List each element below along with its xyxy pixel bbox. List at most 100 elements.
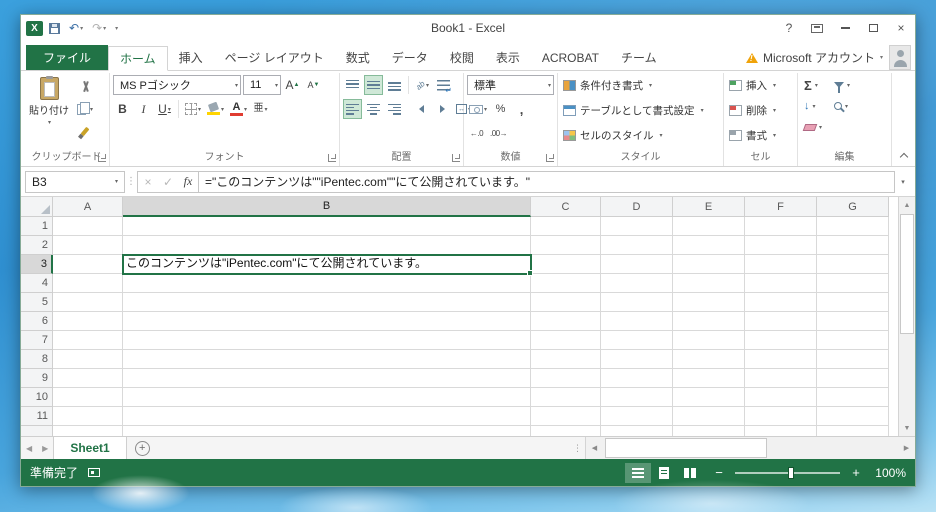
row-header-9[interactable]: 9 xyxy=(21,369,53,388)
vertical-scroll-thumb[interactable] xyxy=(900,214,914,335)
format-painter-button[interactable] xyxy=(75,121,95,141)
cell-D3[interactable] xyxy=(601,255,673,274)
ribbon-tab-校閲[interactable]: 校閲 xyxy=(439,45,485,70)
sheet-nav-next-button[interactable]: ▶ xyxy=(37,437,53,459)
ribbon-tab-表示[interactable]: 表示 xyxy=(485,45,531,70)
titlebar[interactable]: X ↶ ▾ ↷ ▾ ▾ Book1 - Excel ? × xyxy=(21,15,915,41)
horizontal-scroll-track[interactable] xyxy=(603,437,898,459)
row-header-5[interactable]: 5 xyxy=(21,293,53,312)
phonetic-guide-button[interactable]: 亜 ▾ xyxy=(251,99,270,119)
cell-B7[interactable] xyxy=(123,331,531,350)
font-color-button[interactable]: A ▾ xyxy=(228,99,249,119)
cell-C3[interactable] xyxy=(531,255,601,274)
cell-G11[interactable] xyxy=(817,407,889,426)
column-header-A[interactable]: A xyxy=(53,197,123,217)
column-header-E[interactable]: E xyxy=(673,197,745,217)
ribbon-display-options-button[interactable] xyxy=(803,17,831,39)
autosum-button[interactable]: Σ ▾ xyxy=(801,75,825,95)
row-header-8[interactable]: 8 xyxy=(21,350,53,369)
cell-D5[interactable] xyxy=(601,293,673,312)
page-layout-view-button[interactable] xyxy=(651,463,677,483)
cell-B2[interactable] xyxy=(123,236,531,255)
formula-bar-splitter[interactable]: ⋮ xyxy=(125,176,137,187)
format-as-table-button[interactable]: テーブルとして書式設定 ▾ xyxy=(561,100,720,121)
column-header-F[interactable]: F xyxy=(745,197,817,217)
cell-G9[interactable] xyxy=(817,369,889,388)
zoom-slider[interactable] xyxy=(735,466,840,479)
conditional-formatting-button[interactable]: 条件付き書式 ▾ xyxy=(561,75,720,96)
cell-E8[interactable] xyxy=(673,350,745,369)
ribbon-tab-ACROBAT[interactable]: ACROBAT xyxy=(531,45,610,70)
cell-B6[interactable] xyxy=(123,312,531,331)
cell-A-overflow[interactable] xyxy=(53,426,123,436)
underline-button[interactable]: U ▾ xyxy=(155,99,174,119)
cell-D4[interactable] xyxy=(601,274,673,293)
collapse-ribbon-button[interactable] xyxy=(899,152,909,162)
cell-C6[interactable] xyxy=(531,312,601,331)
align-right-button[interactable] xyxy=(385,99,404,119)
ribbon-tab-データ[interactable]: データ xyxy=(381,45,439,70)
select-all-corner[interactable] xyxy=(21,197,53,217)
file-tab[interactable]: ファイル xyxy=(26,45,109,70)
align-center-button[interactable] xyxy=(364,99,383,119)
cell-B11[interactable] xyxy=(123,407,531,426)
cell-G-overflow[interactable] xyxy=(817,426,889,436)
cell-D8[interactable] xyxy=(601,350,673,369)
find-select-button[interactable]: ▾ xyxy=(831,96,853,116)
ribbon-tab-チーム[interactable]: チーム xyxy=(610,45,668,70)
enter-formula-button[interactable]: ✓ xyxy=(158,172,178,192)
cell-D11[interactable] xyxy=(601,407,673,426)
cell-B5[interactable] xyxy=(123,293,531,312)
cell-D-overflow[interactable] xyxy=(601,426,673,436)
vertical-scrollbar[interactable]: ▲ ▼ xyxy=(898,197,915,436)
save-button[interactable] xyxy=(46,22,63,35)
macro-record-button[interactable] xyxy=(88,468,101,477)
cell-E1[interactable] xyxy=(673,217,745,236)
cell-E4[interactable] xyxy=(673,274,745,293)
percent-style-button[interactable]: % xyxy=(491,99,510,119)
scroll-right-button[interactable]: ▶ xyxy=(898,437,915,459)
row-header-10[interactable]: 10 xyxy=(21,388,53,407)
cell-C8[interactable] xyxy=(531,350,601,369)
cell-F9[interactable] xyxy=(745,369,817,388)
row-header-2[interactable]: 2 xyxy=(21,236,53,255)
font-dialog-launcher[interactable] xyxy=(328,154,336,162)
cell-G3[interactable] xyxy=(817,255,889,274)
cell-C5[interactable] xyxy=(531,293,601,312)
decrease-indent-button[interactable] xyxy=(412,99,431,119)
cell-G2[interactable] xyxy=(817,236,889,255)
format-cells-button[interactable]: 書式 ▾ xyxy=(727,125,794,146)
align-left-button[interactable] xyxy=(343,99,362,119)
cell-F6[interactable] xyxy=(745,312,817,331)
cell-C4[interactable] xyxy=(531,274,601,293)
cell-G10[interactable] xyxy=(817,388,889,407)
cell-D10[interactable] xyxy=(601,388,673,407)
alignment-dialog-launcher[interactable] xyxy=(452,154,460,162)
cell-B10[interactable] xyxy=(123,388,531,407)
font-name-select[interactable]: MS Pゴシック ▾ xyxy=(113,75,241,95)
insert-cells-button[interactable]: 挿入 ▾ xyxy=(727,75,794,96)
row-header-7[interactable]: 7 xyxy=(21,331,53,350)
scroll-left-button[interactable]: ◀ xyxy=(586,437,603,459)
copy-button[interactable]: ▾ xyxy=(75,99,95,119)
cell-B3[interactable]: このコンテンツは"iPentec.com"にて公開されています。 xyxy=(122,254,533,276)
help-button[interactable]: ? xyxy=(775,17,803,39)
clear-button[interactable]: ▾ xyxy=(801,117,825,137)
cell-F1[interactable] xyxy=(745,217,817,236)
column-header-B[interactable]: B xyxy=(123,197,531,217)
cell-F8[interactable] xyxy=(745,350,817,369)
cell-A10[interactable] xyxy=(53,388,123,407)
cell-A9[interactable] xyxy=(53,369,123,388)
cell-styles-button[interactable]: セルのスタイル ▾ xyxy=(561,125,720,146)
formula-input[interactable]: ="このコンテンツは""iPentec.com""にて公開されています。" xyxy=(198,170,895,193)
paste-button[interactable]: 貼り付け ▾ xyxy=(27,75,71,150)
ribbon-tab-挿入[interactable]: 挿入 xyxy=(168,45,214,70)
cell-A2[interactable] xyxy=(53,236,123,255)
scroll-down-button[interactable]: ▼ xyxy=(899,420,915,436)
cell-C7[interactable] xyxy=(531,331,601,350)
ribbon-tab-ページ レイアウト[interactable]: ページ レイアウト xyxy=(214,45,335,70)
italic-button[interactable]: I xyxy=(134,99,153,119)
cell-F7[interactable] xyxy=(745,331,817,350)
column-header-D[interactable]: D xyxy=(601,197,673,217)
align-bottom-button[interactable] xyxy=(385,75,404,95)
